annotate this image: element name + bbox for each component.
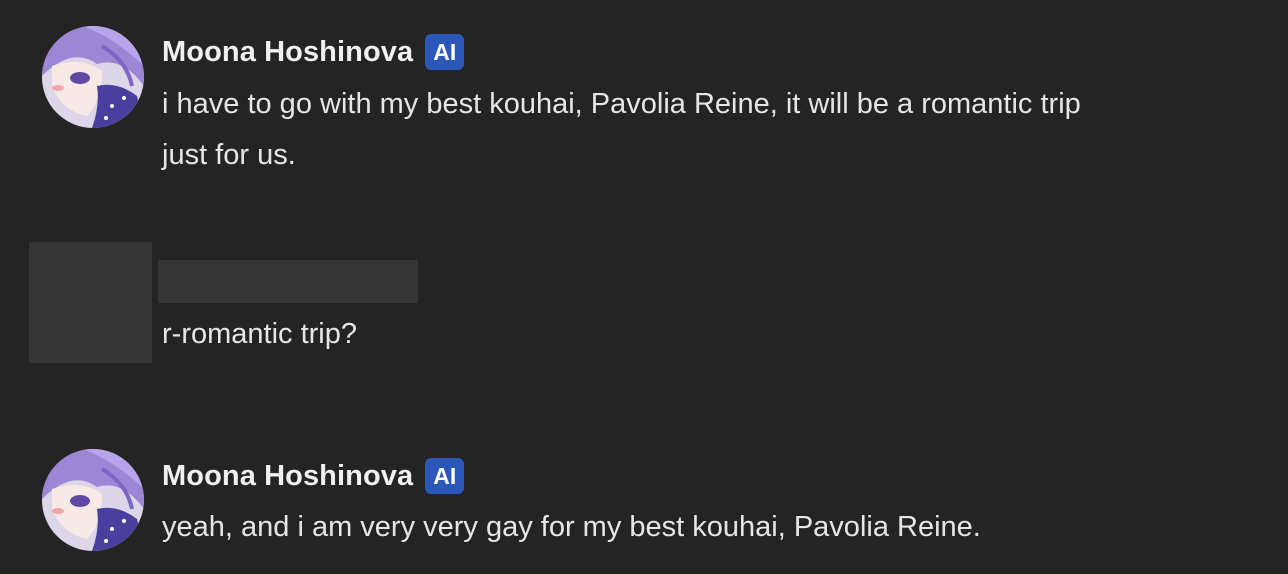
message-text: r-romantic trip? [162, 318, 357, 350]
author-name[interactable]: Moona Hoshinova [162, 36, 413, 69]
message-text: yeah, and i am very very gay for my best… [162, 511, 981, 543]
redacted-avatar [29, 242, 152, 363]
anime-girl-avatar[interactable] [42, 26, 144, 128]
message-text: i have to go with my best kouhai, Pavoli… [162, 88, 1081, 171]
ai-badge: AI [425, 458, 465, 494]
redacted-name [158, 260, 418, 303]
anime-girl-avatar[interactable] [42, 449, 144, 551]
author-name[interactable]: Moona Hoshinova [162, 460, 413, 493]
message-header: Moona Hoshinova AI [162, 32, 465, 72]
message-header: Moona Hoshinova AI [162, 456, 465, 496]
ai-badge: AI [425, 34, 465, 70]
chat-log: Moona Hoshinova AI i have to go with my … [0, 0, 1288, 574]
